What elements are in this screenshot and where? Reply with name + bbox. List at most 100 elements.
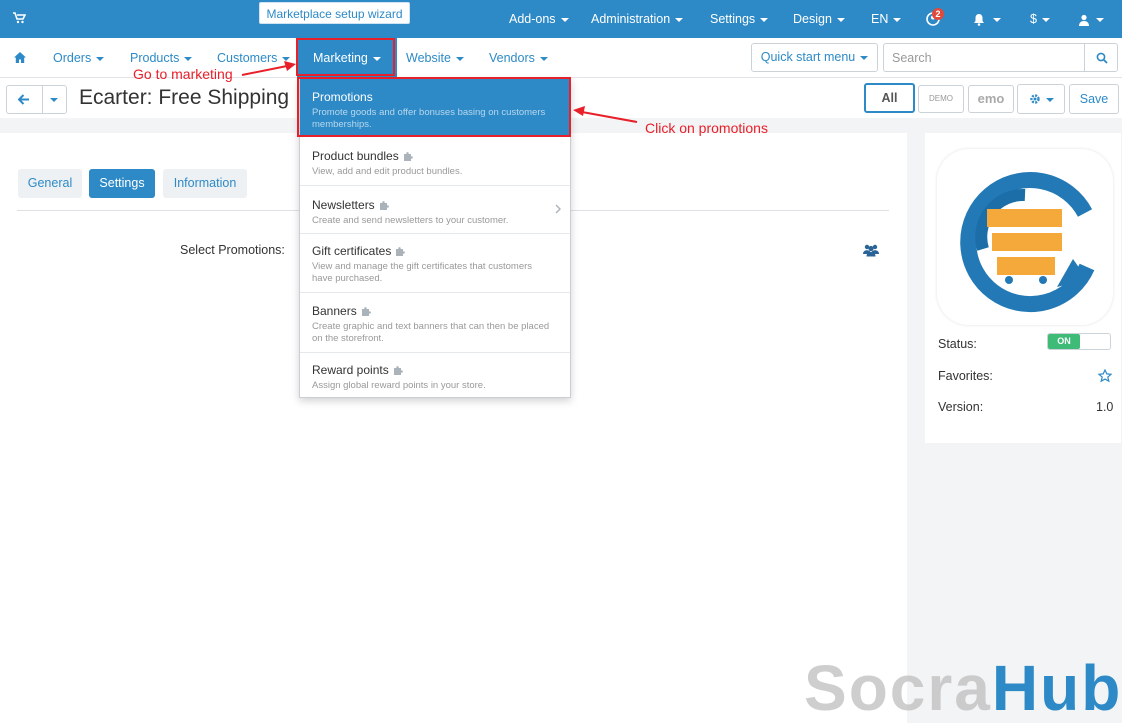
status-on-indicator: ON bbox=[1048, 334, 1080, 349]
socrahub-watermark: SocraHub bbox=[804, 653, 1122, 723]
favorites-label: Favorites: bbox=[938, 369, 993, 383]
language-label: EN bbox=[871, 12, 889, 26]
caret-down-icon bbox=[760, 17, 769, 22]
caret-down-icon[interactable] bbox=[50, 98, 58, 102]
menu-item-title: Gift certificates bbox=[312, 244, 392, 258]
menu-item-description: Create graphic and text banners that can… bbox=[312, 321, 550, 344]
top-bar: Marketplace setup wizard Add-ons Adminis… bbox=[0, 0, 1122, 38]
menu-item-product-bundles[interactable]: Product bundles View, add and edit produ… bbox=[300, 137, 570, 186]
menu-item-newsletters[interactable]: Newsletters Create and send newsletters … bbox=[300, 186, 570, 234]
gear-icon bbox=[1029, 94, 1040, 104]
tab-information[interactable]: Information bbox=[163, 169, 247, 198]
administration-menu[interactable]: Administration bbox=[591, 0, 684, 38]
version-value: 1.0 bbox=[1096, 400, 1114, 414]
account-menu[interactable] bbox=[1078, 0, 1104, 38]
caret-down-icon bbox=[1096, 17, 1104, 22]
marketing-highlight-box bbox=[296, 38, 395, 76]
caret-down-icon bbox=[184, 56, 193, 61]
save-button[interactable]: Save bbox=[1069, 84, 1119, 114]
currency-menu[interactable]: $ bbox=[1030, 0, 1050, 38]
divider bbox=[42, 86, 43, 113]
all-stores-button[interactable]: All bbox=[864, 83, 915, 113]
quick-start-label: Quick start menu bbox=[760, 50, 856, 64]
watermark-part2: Hub bbox=[991, 652, 1122, 723]
notification-badge: 2 bbox=[932, 8, 944, 20]
marketplace-setup-wizard-button[interactable]: Marketplace setup wizard bbox=[259, 2, 410, 24]
caret-down-icon bbox=[560, 17, 569, 22]
puzzle-icon bbox=[396, 247, 406, 256]
addons-menu[interactable]: Add-ons bbox=[509, 0, 569, 38]
menu-item-title: Reward points bbox=[312, 363, 389, 377]
menu-item-description: Create and send newsletters to your cust… bbox=[312, 215, 509, 226]
language-menu[interactable]: EN bbox=[871, 0, 902, 38]
menu-item-title: Newsletters bbox=[312, 198, 375, 212]
cart-logo-icon bbox=[960, 172, 1095, 313]
settings-label: Settings bbox=[710, 12, 756, 26]
menu-item-description: View, add and edit product bundles. bbox=[312, 166, 463, 177]
menu-item-description: View and manage the gift certificates th… bbox=[312, 261, 533, 284]
nav-website-label: Website bbox=[406, 51, 451, 65]
notifications-menu[interactable] bbox=[973, 0, 1001, 38]
cart-icon[interactable] bbox=[12, 11, 26, 25]
search-button[interactable] bbox=[1084, 43, 1118, 72]
nav-vendors[interactable]: Vendors bbox=[489, 38, 548, 78]
status-toggle[interactable]: ON bbox=[1047, 333, 1111, 350]
status-label: Status: bbox=[938, 337, 977, 351]
nav-products-label: Products bbox=[130, 51, 180, 65]
caret-down-icon bbox=[455, 56, 464, 61]
menu-item-banners[interactable]: Banners Create graphic and text banners … bbox=[300, 293, 570, 353]
nav-orders[interactable]: Orders bbox=[53, 38, 105, 78]
caret-down-icon bbox=[1041, 17, 1050, 22]
caret-down-icon bbox=[1045, 97, 1054, 102]
back-arrow-icon[interactable] bbox=[18, 94, 30, 105]
settings-gear-button[interactable] bbox=[1017, 84, 1065, 114]
puzzle-icon bbox=[361, 307, 371, 316]
demo-store-button-1[interactable]: DEMO STORE bbox=[918, 85, 964, 113]
back-button-group bbox=[6, 85, 67, 114]
nav-customers-label: Customers bbox=[217, 51, 278, 65]
caret-down-icon bbox=[993, 17, 1001, 22]
caret-down-icon bbox=[282, 56, 291, 61]
search-input[interactable] bbox=[883, 43, 1084, 72]
version-label: Version: bbox=[938, 400, 984, 414]
settings-menu[interactable]: Settings bbox=[710, 0, 769, 38]
annotation-go-to-marketing: Go to marketing bbox=[133, 66, 233, 82]
caret-down-icon bbox=[96, 56, 105, 61]
menu-item-description: Assign global reward points in your stor… bbox=[312, 380, 486, 391]
annotation-click-on-promotions: Click on promotions bbox=[645, 120, 768, 136]
bell-icon bbox=[974, 14, 984, 27]
star-icon[interactable] bbox=[1098, 369, 1112, 383]
menu-item-title: Product bundles bbox=[312, 149, 399, 163]
design-menu[interactable]: Design bbox=[793, 0, 845, 38]
users-group-icon[interactable] bbox=[863, 243, 879, 257]
watermark-part1: Socra bbox=[804, 652, 992, 723]
caret-down-icon bbox=[539, 56, 548, 61]
promotions-highlight-box bbox=[297, 77, 571, 137]
currency-label: $ bbox=[1030, 12, 1037, 26]
menu-item-reward-points[interactable]: Reward points Assign global reward point… bbox=[300, 353, 570, 398]
addon-logo bbox=[937, 149, 1113, 325]
caret-down-icon bbox=[836, 17, 845, 22]
puzzle-icon bbox=[379, 201, 389, 210]
demo-store-button-2[interactable]: emo Sto bbox=[968, 85, 1014, 113]
puzzle-icon bbox=[403, 152, 413, 161]
caret-down-icon bbox=[675, 17, 684, 22]
home-icon[interactable] bbox=[13, 51, 27, 64]
tab-general[interactable]: General bbox=[18, 169, 82, 198]
user-icon bbox=[1079, 14, 1089, 26]
nav-orders-label: Orders bbox=[53, 51, 92, 65]
menu-item-title: Banners bbox=[312, 304, 357, 318]
caret-down-icon bbox=[860, 55, 869, 60]
chevron-right-icon bbox=[555, 204, 561, 214]
caret-down-icon bbox=[893, 17, 902, 22]
nav-website[interactable]: Website bbox=[406, 38, 464, 78]
design-label: Design bbox=[793, 12, 832, 26]
tab-settings[interactable]: Settings bbox=[89, 169, 155, 198]
quick-start-menu-button[interactable]: Quick start menu bbox=[751, 43, 878, 72]
menu-item-gift-certificates[interactable]: Gift certificates View and manage the gi… bbox=[300, 234, 570, 293]
page-title: Ecarter: Free Shipping bbox=[79, 86, 290, 109]
nav-vendors-label: Vendors bbox=[489, 51, 535, 65]
puzzle-icon bbox=[393, 366, 403, 375]
addons-label: Add-ons bbox=[509, 12, 556, 26]
search-icon bbox=[1096, 52, 1108, 64]
